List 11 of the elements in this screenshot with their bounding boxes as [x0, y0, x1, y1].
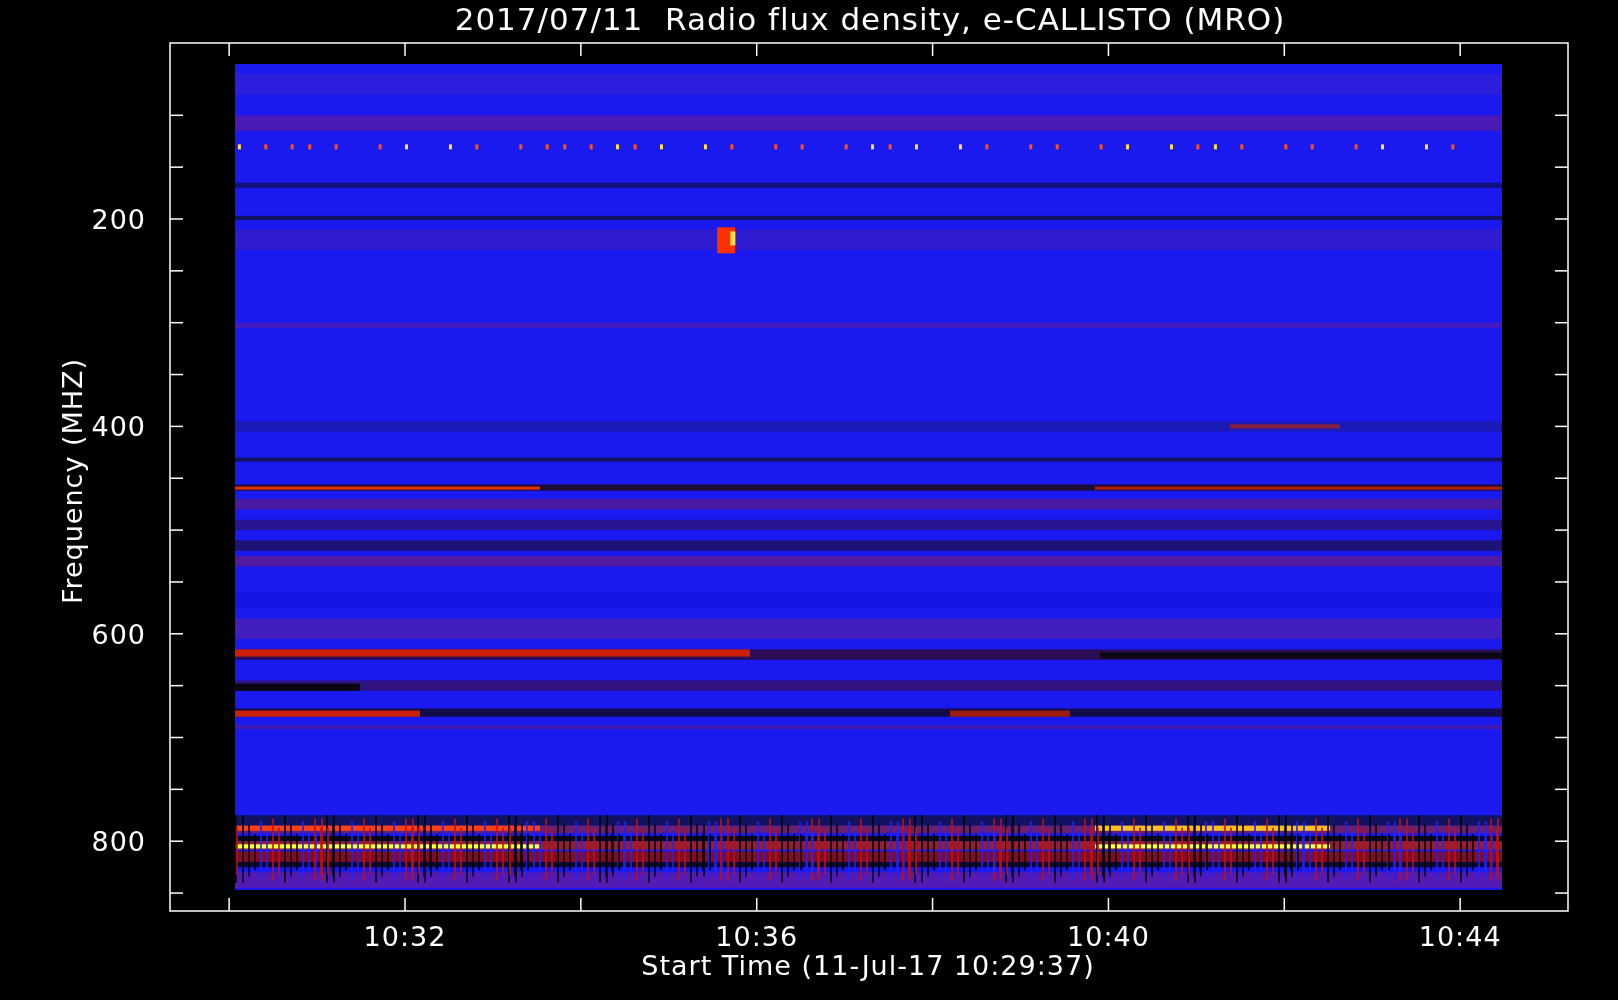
x-tick-label: 10:44	[1418, 921, 1502, 952]
y-axis-label: Frequency (MHZ)	[57, 357, 88, 605]
x-axis-label: Start Time (11-Jul-17 10:29:37)	[641, 950, 1095, 981]
chart-title: 2017/07/11 Radio flux density, e-CALLISTO (MRO)	[454, 1, 1286, 37]
y-tick-label: 600	[91, 618, 146, 650]
x-tick-label: 10:40	[1067, 921, 1150, 952]
y-tick-label: 400	[91, 411, 146, 443]
y-tick-label: 200	[91, 204, 146, 235]
y-tick-label: 800	[91, 826, 146, 858]
x-tick-label: 10:32	[363, 921, 447, 952]
x-tick-label: 10:36	[715, 921, 799, 952]
